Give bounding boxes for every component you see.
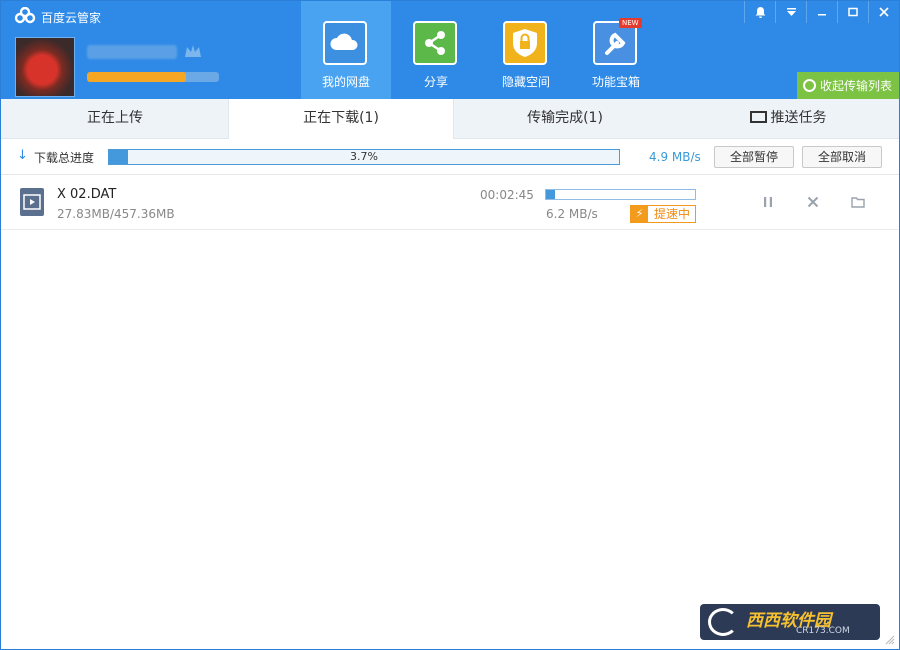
file-size: 27.83MB/457.36MB [57, 207, 175, 221]
task-progress-bar [545, 189, 696, 200]
pause-icon[interactable] [761, 195, 775, 209]
monitor-push-icon [749, 111, 767, 123]
total-speed: 4.9 MB/s [649, 150, 701, 164]
transfer-tabs: 正在上传 正在下载(1) 传输完成(1) 推送任务 [1, 99, 899, 139]
total-progress-row: ↓ 下载总进度 3.7% 4.9 MB/s 全部暂停 全部取消 [1, 139, 899, 175]
total-progress-percent: 3.7% [350, 150, 378, 163]
lightning-icon: ⚡ [631, 206, 648, 222]
nav-label: 功能宝箱 [591, 75, 640, 89]
time-remaining: 00:02:45 [480, 188, 534, 202]
cancel-icon[interactable] [806, 195, 820, 209]
tab-completed[interactable]: 传输完成(1) [453, 99, 677, 138]
circle-icon [803, 79, 816, 92]
window-controls [744, 1, 899, 23]
tab-downloading[interactable]: 正在下载(1) [228, 99, 454, 139]
download-arrow-icon: ↓ [17, 148, 28, 163]
maximize-icon[interactable] [837, 1, 868, 23]
nav-my-netdisk[interactable]: 我的网盘 [301, 1, 391, 99]
site-watermark: 西西软件园 CR173.COM [700, 604, 880, 640]
app-window: 百度云管家 我的网盘 分享 隐藏空间 NEW 功能宝箱 收起传输列表 正在上传 … [0, 0, 900, 650]
minimize-icon[interactable] [806, 1, 837, 23]
task-speed: 6.2 MB/s [546, 207, 598, 221]
download-task-row[interactable]: X 02.DAT 27.83MB/457.36MB 00:02:45 6.2 M… [1, 175, 899, 230]
app-title: 百度云管家 [41, 11, 102, 25]
resize-grip-icon[interactable] [885, 635, 895, 645]
nav-share[interactable]: 分享 [391, 1, 481, 99]
accelerating-badge[interactable]: ⚡ 提速中 [630, 205, 696, 223]
avatar[interactable] [15, 37, 75, 97]
tab-push-label: 推送任务 [770, 110, 827, 126]
notification-bell-icon[interactable] [744, 1, 775, 23]
total-progress-bar: 3.7% [108, 149, 620, 165]
close-icon[interactable] [868, 1, 899, 23]
menu-dropdown-icon[interactable] [775, 1, 806, 23]
new-badge: NEW [619, 18, 642, 28]
collapse-label: 收起传输列表 [820, 79, 893, 93]
open-folder-icon[interactable] [851, 195, 865, 209]
tab-push-tasks[interactable]: 推送任务 [677, 99, 899, 138]
watermark-url: CR173.COM [796, 626, 850, 636]
file-name: X 02.DAT [57, 187, 117, 202]
collapse-transfer-list-button[interactable]: 收起传输列表 [797, 72, 899, 99]
accelerating-label: 提速中 [654, 207, 691, 221]
lock-icon [503, 21, 547, 65]
cloud-icon [323, 21, 367, 65]
pause-all-button[interactable]: 全部暂停 [714, 146, 794, 168]
username [87, 45, 177, 59]
nav-label: 分享 [423, 75, 448, 89]
baidu-cloud-logo-icon [14, 7, 36, 24]
task-progress-fill [546, 190, 556, 199]
nav-label: 隐藏空间 [501, 75, 550, 89]
cancel-all-button[interactable]: 全部取消 [802, 146, 882, 168]
tab-uploading[interactable]: 正在上传 [1, 99, 229, 138]
total-progress-label: 下载总进度 [34, 151, 95, 165]
nav-toolbox[interactable]: NEW 功能宝箱 [571, 1, 661, 99]
nav-label: 我的网盘 [321, 75, 370, 89]
watermark-logo-icon [708, 608, 738, 636]
nav-hidden-space[interactable]: 隐藏空间 [481, 1, 571, 99]
user-level-fill [87, 72, 186, 82]
video-file-icon [20, 188, 44, 216]
header-bar: 百度云管家 我的网盘 分享 隐藏空间 NEW 功能宝箱 收起传输列表 [1, 1, 899, 99]
share-icon [413, 21, 457, 65]
vip-crown-icon[interactable] [183, 43, 203, 61]
user-level-bar [87, 72, 219, 82]
